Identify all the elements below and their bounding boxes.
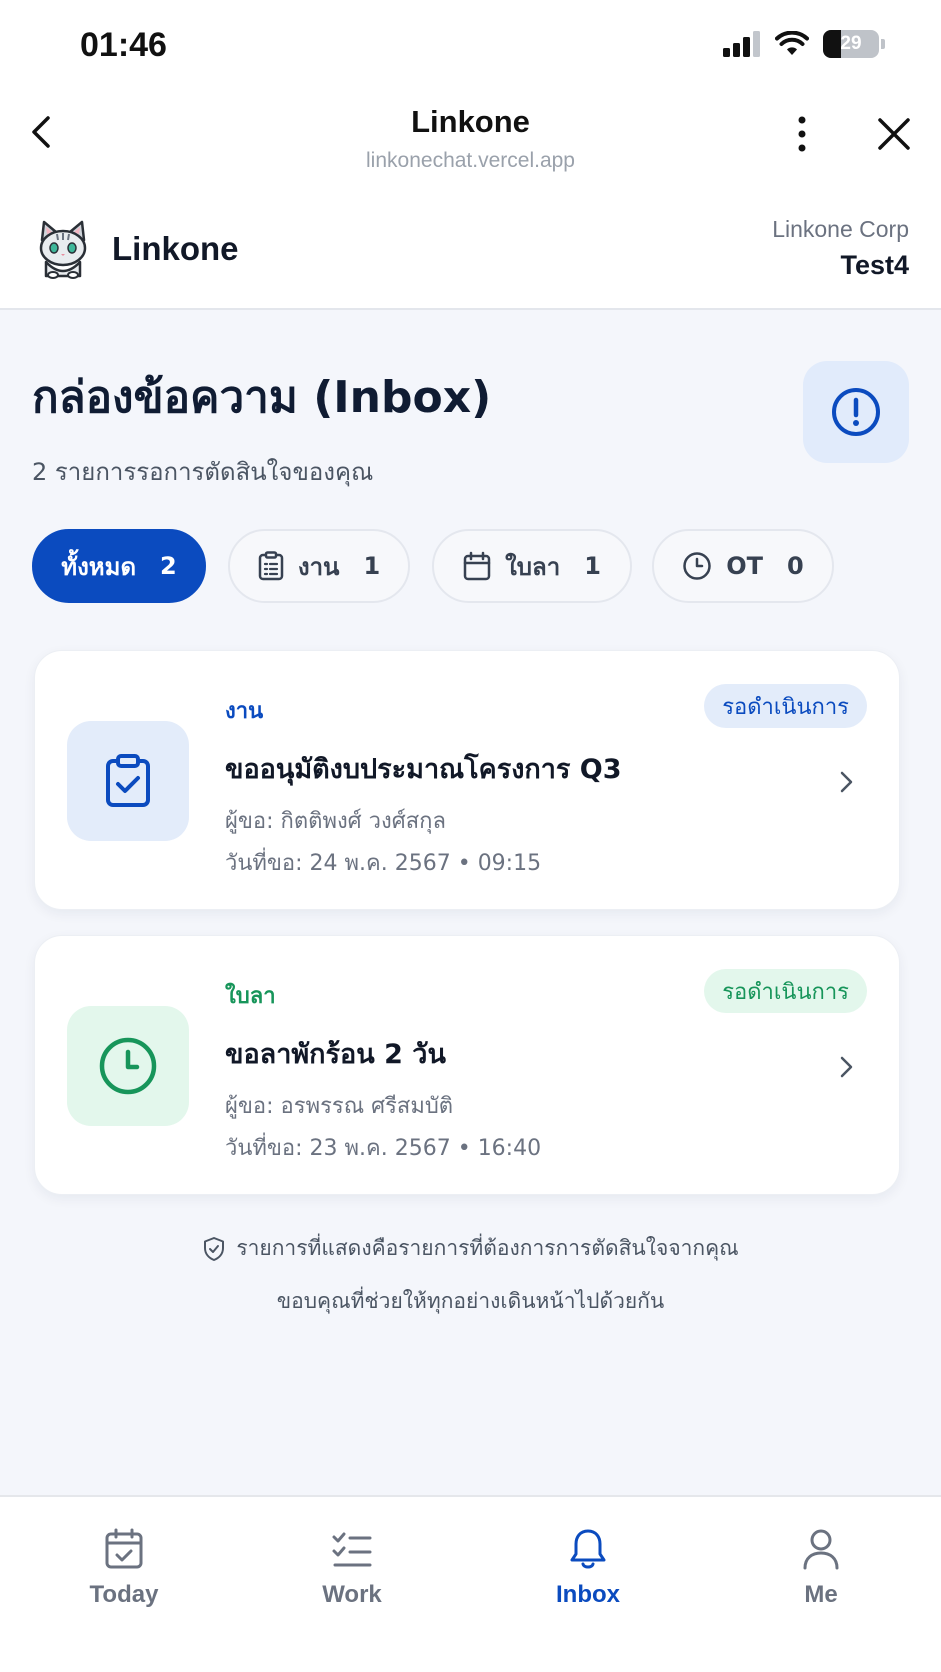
card-icon-container bbox=[67, 1006, 189, 1126]
signal-icon bbox=[723, 31, 760, 57]
status-bar: 01:46 29 bbox=[0, 0, 941, 92]
chevron-right-icon bbox=[840, 771, 853, 793]
inbox-item-card[interactable]: ใบลา รอดำเนินการ ขอลาพักร้อน 2 วัน ผู้ขอ… bbox=[34, 935, 900, 1195]
clipboard-check-icon bbox=[106, 754, 150, 807]
nav-me[interactable]: Me bbox=[741, 1527, 901, 1609]
checklist-icon bbox=[332, 1532, 372, 1567]
close-icon[interactable] bbox=[872, 112, 916, 156]
calendar-icon bbox=[463, 551, 491, 581]
nav-today[interactable]: Today bbox=[44, 1527, 204, 1609]
item-category: งาน bbox=[225, 699, 264, 724]
filter-label: OT bbox=[726, 552, 764, 580]
shield-check-icon bbox=[204, 1237, 225, 1261]
more-vertical-icon[interactable] bbox=[782, 112, 822, 156]
item-category: ใบลา bbox=[225, 984, 276, 1009]
nav-label: Work bbox=[322, 1581, 382, 1608]
filter-count: 0 bbox=[787, 552, 804, 580]
filter-label: ใบลา bbox=[505, 552, 561, 581]
footer-note: รายการที่แสดงคือรายการที่ต้องการการตัดสิ… bbox=[0, 1232, 941, 1265]
clock-icon bbox=[99, 1037, 157, 1095]
calendar-check-icon bbox=[105, 1528, 143, 1569]
inbox-item-card[interactable]: งาน รอดำเนินการ ขออนุมัติงบประมาณโครงการ… bbox=[34, 650, 900, 910]
item-title: ขอลาพักร้อน 2 วัน bbox=[225, 1039, 446, 1070]
nav-work[interactable]: Work bbox=[272, 1527, 432, 1609]
filter-label: ทั้งหมด bbox=[61, 552, 137, 581]
battery-level: 29 bbox=[840, 33, 862, 54]
status-badge: รอดำเนินการ bbox=[704, 684, 867, 728]
nav-label: Today bbox=[89, 1581, 159, 1608]
filter-ot[interactable]: OT 0 bbox=[652, 529, 834, 603]
filter-count: 1 bbox=[584, 552, 601, 580]
footer-line-1: รายการที่แสดงคือรายการที่ต้องการการตัดสิ… bbox=[236, 1236, 739, 1260]
chevron-right-icon bbox=[840, 1056, 853, 1078]
item-date: วันที่ขอ: 24 พ.ค. 2567 • 09:15 bbox=[225, 851, 542, 876]
wifi-icon bbox=[775, 31, 809, 55]
status-time: 01:46 bbox=[80, 26, 167, 64]
status-badge: รอดำเนินการ bbox=[704, 969, 867, 1013]
filter-all[interactable]: ทั้งหมด 2 bbox=[32, 529, 206, 603]
clipboard-list-icon bbox=[258, 551, 284, 581]
filter-label: งาน bbox=[297, 552, 340, 581]
item-requester: ผู้ขอ: อรพรรณ ศรีสมบัติ bbox=[225, 1094, 454, 1119]
current-user: Test4 bbox=[840, 250, 909, 280]
filter-count: 2 bbox=[160, 552, 177, 580]
nav-inbox[interactable]: Inbox bbox=[508, 1527, 668, 1609]
user-icon bbox=[803, 1529, 839, 1570]
alert-button[interactable] bbox=[803, 361, 909, 463]
filter-count: 1 bbox=[363, 552, 381, 580]
item-requester: ผู้ขอ: กิตติพงศ์ วงศ์สกุล bbox=[225, 809, 446, 834]
page-subtitle: 2 รายการรอการตัดสินใจของคุณ bbox=[32, 458, 374, 486]
page-title: กล่องข้อความ (Inbox) bbox=[32, 372, 492, 423]
nav-label: Inbox bbox=[556, 1581, 620, 1608]
cat-mascot-icon bbox=[39, 220, 87, 279]
brand-name: Linkone bbox=[112, 230, 239, 267]
browser-header: Linkone linkonechat.vercel.app bbox=[0, 92, 941, 192]
filter-leave[interactable]: ใบลา 1 bbox=[432, 529, 632, 603]
footer-line-2: ขอบคุณที่ช่วยให้ทุกอย่างเดินหน้าไปด้วยกั… bbox=[276, 1289, 665, 1313]
clock-icon bbox=[683, 552, 711, 580]
nav-label: Me bbox=[804, 1581, 838, 1608]
status-icons: 29 bbox=[723, 30, 885, 58]
card-icon-container bbox=[67, 721, 189, 841]
filter-work[interactable]: งาน 1 bbox=[228, 529, 410, 603]
item-title: ขออนุมัติงบประมาณโครงการ Q3 bbox=[225, 754, 622, 785]
item-date: วันที่ขอ: 23 พ.ค. 2567 • 16:40 bbox=[225, 1136, 542, 1161]
organization-name: Linkone Corp bbox=[772, 216, 909, 242]
bell-icon bbox=[570, 1529, 606, 1569]
alert-circle-icon bbox=[832, 388, 880, 436]
battery-icon: 29 bbox=[823, 30, 885, 58]
app-header: Linkone Linkone Corp Test4 bbox=[0, 192, 941, 310]
bottom-navigation: Today Work Inbox Me bbox=[0, 1495, 941, 1672]
